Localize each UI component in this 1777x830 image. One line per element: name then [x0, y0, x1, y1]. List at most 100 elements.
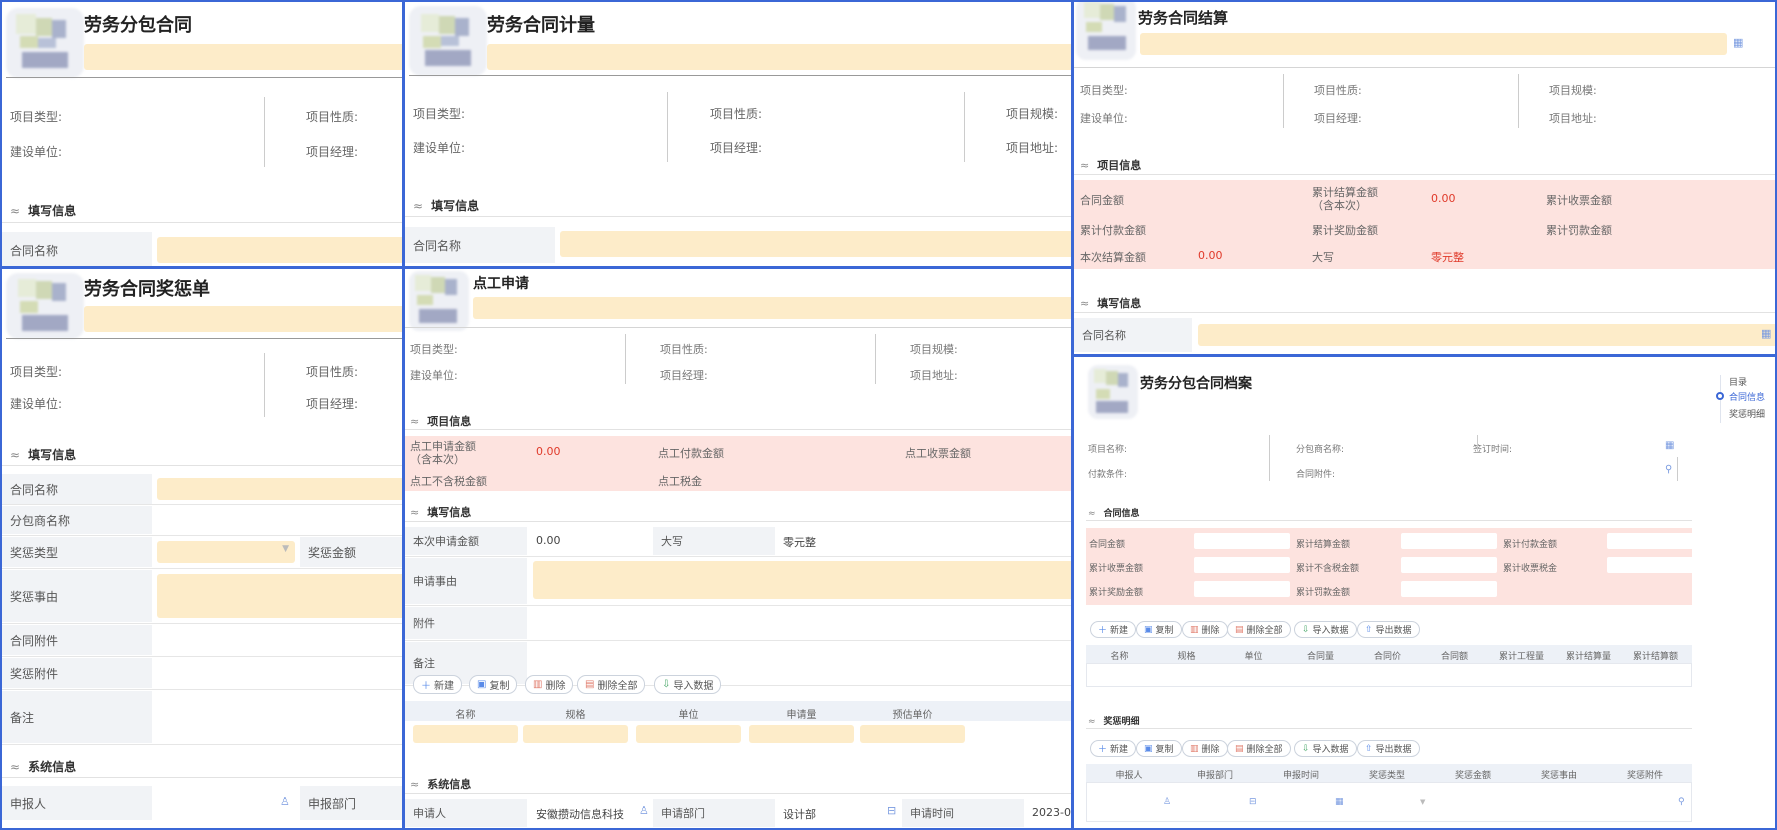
copy-button[interactable]: ▣ 复制 — [1136, 621, 1182, 638]
title-input[interactable] — [84, 306, 402, 332]
cum-receipt-field[interactable] — [1194, 557, 1290, 573]
cum-tax-field[interactable] — [1607, 557, 1703, 573]
project-info-summary: 点工申请金额 （含本次） 0.00 点工付款金额 点工收票金额 点工不含税金额 … — [405, 436, 1071, 491]
section-fill-info[interactable]: ≈ 填写信息 — [10, 202, 76, 219]
section-system-info[interactable]: ≈ 系统信息 — [410, 776, 471, 792]
delete-all-button[interactable]: ▤ 删除全部 — [1227, 740, 1291, 757]
label-pay-amount: 点工付款金额 — [658, 447, 724, 460]
org-icon[interactable]: ⊟ — [887, 804, 896, 817]
title-input[interactable] — [84, 44, 402, 70]
section-project-info[interactable]: ≈ 项目信息 — [1080, 157, 1141, 173]
calendar-icon[interactable]: ▦ — [1665, 440, 1674, 451]
company-logo — [409, 271, 469, 331]
label-cum-penalty: 累计罚款金额 — [1296, 588, 1351, 598]
title-input[interactable] — [1140, 33, 1727, 55]
label-rp-type: 奖惩类型 — [2, 537, 152, 567]
cum-pay-field[interactable] — [1607, 533, 1703, 549]
nav-item-catalog[interactable]: 目录 — [1729, 375, 1747, 388]
label-sign-time: 签订时间: — [1473, 445, 1513, 455]
delete-all-button[interactable]: ▤ 删除全部 — [577, 675, 646, 694]
section-fill-info[interactable]: ≈ 填写信息 — [413, 197, 479, 214]
cell-input[interactable] — [523, 725, 628, 743]
column-header: 名称 — [455, 710, 476, 721]
label-contract-name: 合同名称 — [1074, 318, 1192, 352]
copy-button[interactable]: ▣ 复制 — [469, 675, 518, 694]
divider — [1074, 312, 1775, 313]
section-project-info[interactable]: ≈ 项目信息 — [410, 413, 471, 429]
section-system-info[interactable]: ≈ 系统信息 — [10, 758, 76, 775]
cell-input[interactable] — [860, 725, 965, 743]
table-row — [405, 605, 1071, 606]
label-project-nature: 项目性质: — [710, 107, 763, 121]
contract-amount-field[interactable] — [1194, 533, 1290, 549]
rp-type-select[interactable]: ▼ — [157, 541, 295, 563]
paperclip-icon[interactable]: ⚲ — [1678, 797, 1685, 807]
chevron-down-icon[interactable]: ▼ — [1420, 798, 1425, 806]
section-title: 填写信息 — [431, 199, 480, 213]
cell-input[interactable] — [413, 725, 518, 743]
page-title: 劳务合同奖惩单 — [84, 279, 210, 300]
contract-name-input[interactable] — [560, 231, 1071, 257]
column-header: 累计工程量 — [1498, 652, 1544, 662]
contract-name-input[interactable] — [157, 478, 402, 500]
label-apply-time: 申请时间 — [902, 799, 1024, 827]
contract-name-input[interactable] — [1198, 324, 1775, 346]
cum-reward-field[interactable] — [1194, 581, 1290, 597]
label-cum-receipt: 累计收票金额 — [1089, 564, 1144, 574]
label-cum-settle-sub: （含本次） — [1312, 199, 1367, 212]
label-project-manager: 项目经理: — [1314, 112, 1362, 125]
org-icon[interactable]: ⊟ — [1249, 797, 1257, 807]
label-rp-amount: 奖惩金额 — [300, 537, 402, 567]
delete-all-button[interactable]: ▤ 删除全部 — [1227, 621, 1291, 638]
cum-settle-field[interactable] — [1401, 533, 1497, 549]
rp-reason-textarea[interactable] — [157, 574, 402, 618]
section-title: 填写信息 — [28, 204, 77, 218]
label-project-nature: 项目性质: — [306, 365, 359, 379]
cum-notax-field[interactable] — [1401, 557, 1497, 573]
section-title: 奖惩明细 — [1103, 717, 1140, 727]
title-input[interactable] — [473, 297, 1071, 319]
cum-penalty-field[interactable] — [1401, 581, 1497, 597]
delete-button[interactable]: ▥ 删除 — [1182, 621, 1228, 638]
calculator-icon[interactable]: ▦ — [1733, 36, 1743, 49]
export-button[interactable]: ⇧ 导出数据 — [1357, 740, 1420, 757]
import-button[interactable]: ⇩ 导入数据 — [1294, 740, 1357, 757]
label-project-nature: 项目性质: — [660, 343, 708, 356]
nav-item-contract-info[interactable]: 合同信息 — [1729, 390, 1765, 403]
cell-input[interactable] — [749, 725, 854, 743]
user-icon[interactable]: ♙ — [639, 804, 649, 817]
label-reporter: 申报人 — [2, 786, 152, 820]
paperclip-icon[interactable]: ⚲ — [1665, 464, 1672, 475]
user-icon[interactable]: ♙ — [280, 795, 290, 808]
import-button[interactable]: ⇩ 导入数据 — [1294, 621, 1357, 638]
company-logo — [1076, 2, 1136, 60]
import-button[interactable]: ⇩ 导入数据 — [654, 675, 722, 694]
reason-textarea[interactable] — [533, 561, 1071, 599]
divider — [667, 92, 668, 162]
title-input[interactable] — [487, 44, 1071, 70]
section-fill-info[interactable]: ≈ 填写信息 — [10, 446, 76, 463]
section-fill-info[interactable]: ≈ 填写信息 — [410, 504, 471, 520]
section-contract-info[interactable]: ≈ 合同信息 — [1088, 506, 1140, 519]
export-button[interactable]: ⇧ 导出数据 — [1357, 621, 1420, 638]
section-reward-penalty[interactable]: ≈ 奖惩明细 — [1088, 714, 1140, 727]
divider — [409, 75, 1071, 76]
new-button[interactable]: ＋新建 — [413, 675, 462, 694]
copy-button[interactable]: ▣ 复制 — [1136, 740, 1182, 757]
new-button[interactable]: ＋新建 — [1090, 621, 1137, 638]
cell-input[interactable] — [636, 725, 741, 743]
calendar-icon[interactable]: ▦ — [1335, 797, 1344, 807]
column-header: 合同价 — [1373, 652, 1401, 662]
new-button[interactable]: ＋新建 — [1090, 740, 1137, 757]
table-row — [2, 535, 402, 536]
delete-button[interactable]: ▥ 删除 — [1182, 740, 1228, 757]
label-payment-terms: 付款条件: — [1088, 470, 1128, 480]
nav-item-reward-penalty[interactable]: 奖惩明细 — [1729, 407, 1765, 420]
button-label: 导入数据 — [1312, 626, 1349, 636]
divider — [875, 334, 876, 384]
calculator-icon[interactable]: ▦ — [1761, 327, 1771, 340]
delete-button[interactable]: ▥ 删除 — [525, 675, 574, 694]
section-fill-info[interactable]: ≈ 填写信息 — [1080, 295, 1141, 311]
contract-name-input[interactable] — [157, 237, 402, 263]
user-icon[interactable]: ♙ — [1163, 797, 1171, 807]
